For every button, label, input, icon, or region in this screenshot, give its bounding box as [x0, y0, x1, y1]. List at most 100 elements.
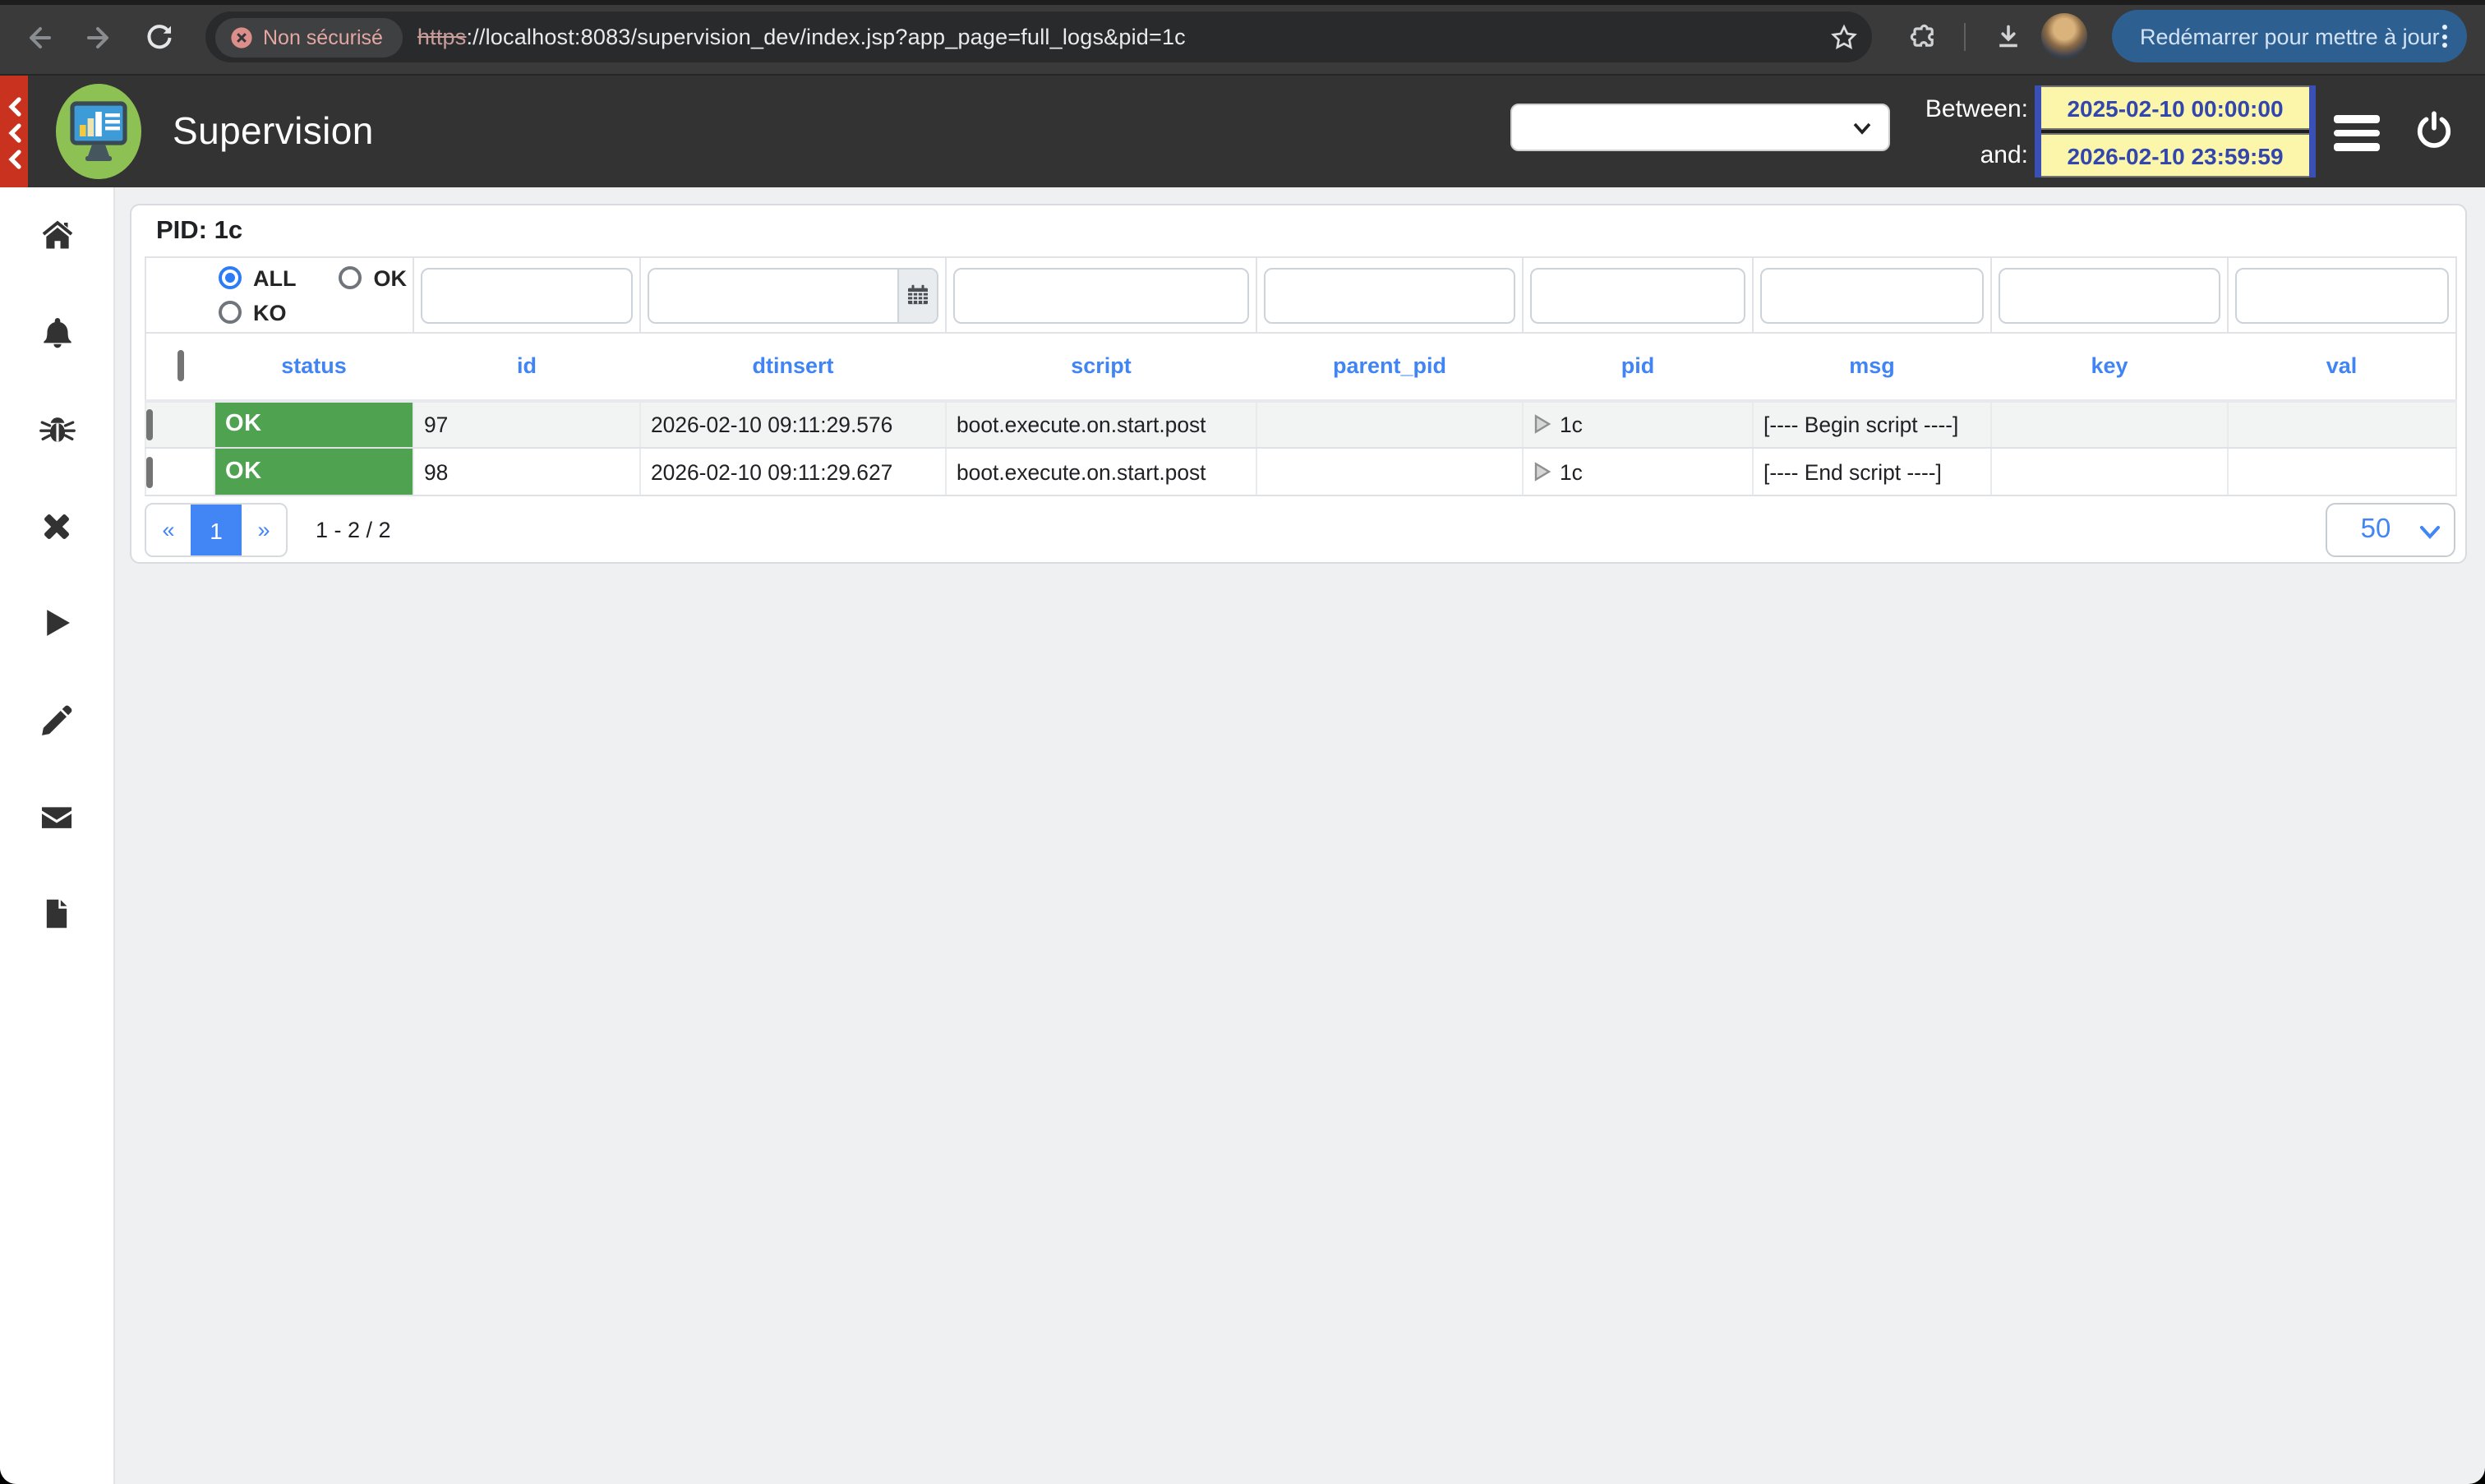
- sidebar-item-alerts[interactable]: [27, 302, 86, 362]
- filter-input-key[interactable]: [1999, 267, 2220, 323]
- power-logout-icon[interactable]: [2413, 110, 2455, 153]
- pagination-bar: « 1 » 1 - 2 / 2 50: [145, 503, 2455, 557]
- row-checkbox[interactable]: [146, 409, 153, 440]
- cell-id: 97: [413, 400, 640, 448]
- sidebar-item-edit[interactable]: [27, 690, 86, 749]
- kebab-menu-icon: [2442, 25, 2447, 48]
- cell-dtinsert: 2026-02-10 09:11:29.576: [640, 400, 946, 448]
- and-label: and:: [1808, 141, 2028, 169]
- back-icon[interactable]: [15, 13, 64, 62]
- pencil-icon: [39, 702, 75, 738]
- filter-input-val[interactable]: [2235, 267, 2449, 323]
- cell-val: [2228, 400, 2456, 448]
- date-range-group: [2035, 85, 2316, 177]
- sidebar-item-home[interactable]: [27, 205, 86, 265]
- page-size-value: 50: [2361, 514, 2421, 546]
- column-header-parent-pid[interactable]: parent_pid: [1256, 333, 1523, 400]
- toolbar-divider: [1964, 23, 1966, 51]
- reload-icon[interactable]: [135, 13, 184, 62]
- sidebar-item-errors[interactable]: [27, 496, 86, 555]
- column-header-status[interactable]: status: [214, 333, 413, 400]
- column-header-script[interactable]: script: [946, 333, 1256, 400]
- status-badge: OK: [214, 448, 413, 495]
- app-logo: [54, 82, 143, 191]
- forward-icon[interactable]: [74, 13, 123, 62]
- date-from-input[interactable]: [2041, 85, 2309, 130]
- pager-prev[interactable]: «: [146, 505, 191, 555]
- page-size-select[interactable]: 50: [2326, 503, 2455, 557]
- column-header-pid[interactable]: pid: [1523, 333, 1753, 400]
- status-filter: ALL OK KO: [145, 257, 413, 333]
- restart-to-update-button[interactable]: Redémarrer pour mettre à jour: [2112, 10, 2467, 62]
- security-chip-label: Non sécurisé: [263, 25, 383, 48]
- browser-window: Non sécurisé https://localhost:8083/supe…: [0, 0, 2485, 1484]
- sidebar-item-bugs[interactable]: [27, 399, 86, 459]
- radio-ok[interactable]: [339, 266, 362, 289]
- expand-play-icon[interactable]: [1533, 462, 1551, 482]
- cell-val: [2228, 448, 2456, 495]
- sidebar-item-mail[interactable]: [27, 787, 86, 846]
- play-icon: [39, 605, 75, 641]
- close-icon: [39, 509, 74, 543]
- filter-input-parent-pid[interactable]: [1264, 267, 1515, 323]
- pager-page-1[interactable]: 1: [191, 505, 242, 555]
- date-to-input[interactable]: [2041, 133, 2309, 177]
- sidebar-item-logs[interactable]: [27, 884, 86, 943]
- logs-table: ALL OK KO: [145, 256, 2457, 496]
- column-header-id[interactable]: id: [413, 333, 640, 400]
- file-icon: [39, 896, 74, 932]
- filter-input-id[interactable]: [421, 267, 633, 323]
- page-title-app: Supervision: [173, 109, 374, 154]
- expand-play-icon[interactable]: [1533, 415, 1551, 435]
- pid-value: 1c: [1560, 459, 1583, 484]
- sidebar: [0, 187, 115, 1484]
- collapse-sidebar-control[interactable]: [0, 76, 28, 189]
- column-header-key[interactable]: key: [1991, 333, 2228, 400]
- restart-to-update-label: Redémarrer pour mettre à jour: [2140, 24, 2440, 48]
- table-row: OK 97 2026-02-10 09:11:29.576 boot.execu…: [145, 400, 2456, 448]
- filter-input-msg[interactable]: [1760, 267, 1984, 323]
- chevron-left-icon: [6, 96, 22, 116]
- extensions-icon[interactable]: [1898, 13, 1948, 62]
- home-icon: [39, 217, 75, 253]
- radio-all[interactable]: [219, 266, 242, 289]
- column-header-dtinsert[interactable]: dtinsert: [640, 333, 946, 400]
- cell-msg: [---- Begin script ----]: [1753, 400, 1991, 448]
- select-all-checkbox[interactable]: [178, 351, 184, 382]
- between-label: Between:: [1808, 95, 2028, 123]
- pager: « 1 »: [145, 503, 288, 557]
- url-scheme: https: [417, 25, 467, 49]
- hamburger-menu-icon[interactable]: [2334, 115, 2380, 150]
- bookmark-star-icon[interactable]: [1829, 23, 1859, 53]
- cell-msg: [---- End script ----]: [1753, 448, 1991, 495]
- cell-parent-pid: [1256, 448, 1523, 495]
- cell-dtinsert: 2026-02-10 09:11:29.627: [640, 448, 946, 495]
- filter-input-script[interactable]: [953, 267, 1249, 323]
- radio-ko[interactable]: [219, 301, 242, 324]
- pid-value: 1c: [1560, 412, 1583, 437]
- profile-avatar[interactable]: [2041, 13, 2087, 59]
- cell-script: boot.execute.on.start.post: [946, 400, 1256, 448]
- url-bar[interactable]: Non sécurisé https://localhost:8083/supe…: [205, 12, 1872, 62]
- radio-all-label: ALL: [253, 265, 297, 290]
- cell-pid: 1c: [1523, 400, 1753, 448]
- pagination-summary: 1 - 2 / 2: [316, 518, 391, 542]
- filter-input-pid[interactable]: [1530, 267, 1745, 323]
- download-icon[interactable]: [1984, 13, 2033, 62]
- table-header-row: status id dtinsert script parent_pid pid…: [145, 333, 2456, 400]
- content-panel: PID: 1c ALL OK KO: [130, 204, 2467, 564]
- calendar-button[interactable]: [897, 269, 937, 321]
- radio-ok-label: OK: [374, 265, 408, 290]
- column-header-val[interactable]: val: [2228, 333, 2456, 400]
- cell-id: 98: [413, 448, 640, 495]
- cell-key: [1991, 448, 2228, 495]
- sidebar-item-run[interactable]: [27, 593, 86, 652]
- column-header-msg[interactable]: msg: [1753, 333, 1991, 400]
- filter-input-dtinsert[interactable]: [649, 269, 897, 321]
- cell-pid: 1c: [1523, 448, 1753, 495]
- row-checkbox[interactable]: [146, 456, 153, 487]
- url-text[interactable]: https://localhost:8083/supervision_dev/i…: [417, 25, 1186, 49]
- app-header: Supervision Between: and:: [0, 74, 2485, 187]
- pager-next[interactable]: »: [242, 505, 286, 555]
- security-chip[interactable]: Non sécurisé: [215, 17, 403, 57]
